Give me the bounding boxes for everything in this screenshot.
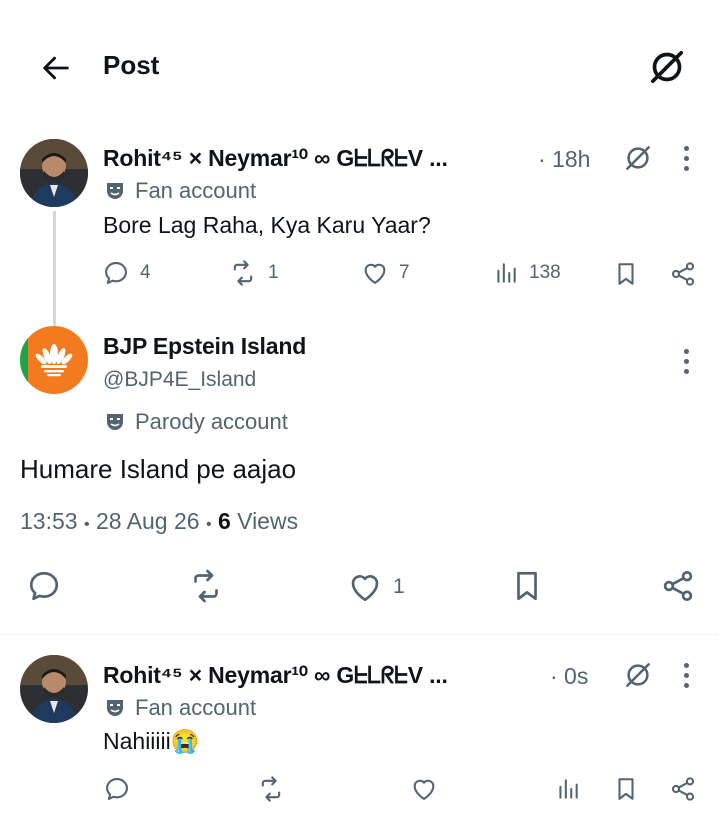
views-label: Views (237, 508, 299, 534)
avatar[interactable] (20, 139, 88, 207)
like-count: 7 (399, 262, 410, 283)
arrow-left-icon (43, 56, 69, 80)
separator: • (205, 516, 212, 533)
account-badge: Fan account (103, 178, 256, 204)
avatar[interactable] (20, 326, 88, 394)
reply-icon (105, 262, 127, 284)
separator: • (83, 516, 90, 533)
reply-button[interactable] (102, 774, 132, 804)
bookmark-button[interactable] (610, 258, 642, 290)
heart-icon (413, 779, 435, 800)
more-options-button[interactable] (674, 142, 698, 174)
share-icon (663, 571, 693, 601)
grok-icon (626, 146, 650, 170)
thread-line (53, 211, 56, 326)
author-name[interactable]: Rohit⁴⁵ × Neymar¹⁰ ∞ GᖶᒪᖇᖶV ... (103, 662, 448, 689)
repost-icon (194, 569, 218, 603)
grok-button[interactable] (620, 140, 656, 176)
heart-icon (364, 263, 386, 284)
views-button[interactable]: 138 (493, 259, 561, 287)
more-options-button[interactable] (674, 659, 698, 691)
badge-label: Parody account (135, 409, 288, 434)
repost-button[interactable]: 1 (228, 259, 279, 287)
grok-icon (626, 663, 650, 687)
heart-icon (351, 575, 379, 602)
repost-icon (261, 776, 281, 802)
post-time[interactable]: 13:53 (20, 508, 78, 534)
account-badge: Parody account (103, 409, 288, 435)
bookmark-button[interactable] (507, 566, 547, 606)
views-count: 138 (529, 262, 561, 283)
views-icon (559, 779, 578, 799)
like-button[interactable]: 7 (361, 259, 410, 287)
bookmark-icon (618, 778, 634, 800)
author-name[interactable]: BJP Epstein Island (103, 333, 306, 360)
lotus-logo (20, 326, 88, 394)
grok-button[interactable] (644, 44, 690, 90)
page-title: Post (103, 50, 160, 80)
theater-mask-icon (107, 414, 123, 430)
more-options-button[interactable] (674, 345, 698, 377)
like-button[interactable] (409, 774, 439, 804)
repost-count: 1 (268, 262, 279, 283)
post-text: Humare Island pe aajao (20, 454, 297, 484)
author-name[interactable]: Rohit⁴⁵ × Neymar¹⁰ ∞ GᖶᒪᖇᖶV ... (103, 145, 448, 172)
reply-count: 4 (140, 262, 151, 283)
repost-icon (233, 260, 253, 286)
post-text: Bore Lag Raha, Kya Karu Yaar? (103, 212, 431, 238)
reply-icon (29, 571, 59, 601)
like-count: 1 (393, 575, 405, 598)
like-button[interactable]: 1 (347, 569, 405, 605)
share-icon (671, 262, 695, 286)
repost-button[interactable] (184, 566, 228, 606)
post-time[interactable]: · 0s (550, 663, 588, 690)
theater-mask-icon (107, 183, 123, 199)
reply-button[interactable] (24, 566, 64, 606)
bookmark-button[interactable] (610, 774, 642, 804)
share-button[interactable] (666, 258, 700, 290)
share-icon (671, 777, 695, 801)
badge-label: Fan account (135, 178, 257, 203)
bookmark-icon (618, 263, 634, 285)
views-icon (497, 263, 516, 283)
post-meta: 13:53 • 28 Aug 26 • 6 Views (20, 508, 298, 535)
reply-button[interactable]: 4 (102, 259, 151, 287)
views-button[interactable] (553, 774, 583, 804)
account-badge: Fan account (103, 695, 256, 721)
author-handle[interactable]: @BJP4E_Island (103, 368, 256, 392)
theater-mask-icon (107, 700, 123, 716)
back-button[interactable] (34, 46, 78, 90)
post-time[interactable]: · 18h (538, 146, 590, 173)
views-count: 6 (217, 508, 231, 534)
share-button[interactable] (657, 566, 699, 606)
grok-button[interactable] (620, 657, 656, 693)
repost-button[interactable] (254, 774, 288, 804)
badge-label: Fan account (135, 695, 257, 720)
divider (0, 634, 719, 635)
bookmark-icon (517, 571, 537, 601)
reply-icon (106, 778, 128, 800)
share-button[interactable] (666, 774, 700, 804)
post-date[interactable]: 28 Aug 26 (96, 508, 200, 534)
post-text: Nahiiiii😭 (103, 728, 200, 754)
avatar[interactable] (20, 655, 88, 723)
grok-icon (651, 51, 683, 83)
